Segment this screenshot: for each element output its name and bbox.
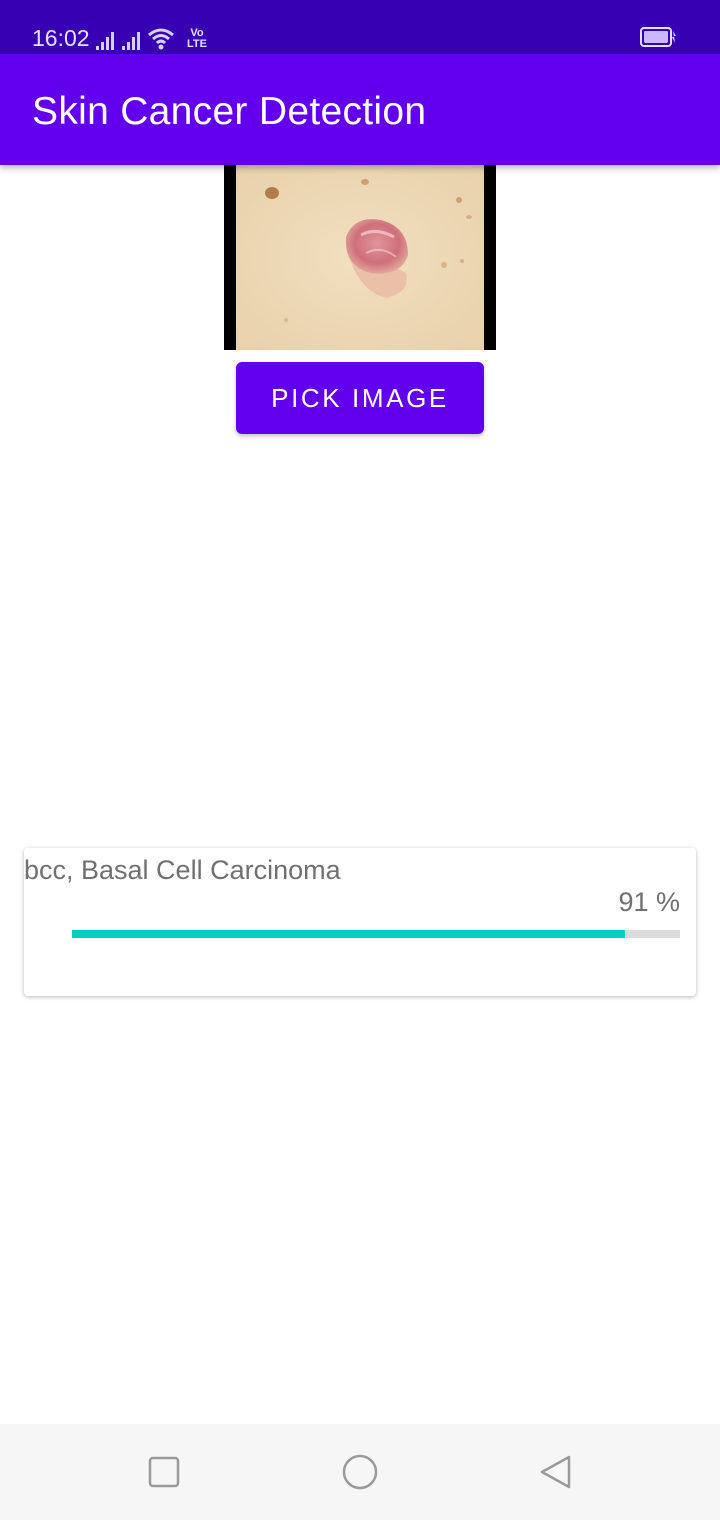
home-circle-icon[interactable] — [342, 1454, 378, 1490]
status-time: 16:02 — [32, 25, 90, 51]
signal-icon — [122, 30, 140, 50]
back-triangle-icon[interactable] — [538, 1454, 574, 1490]
status-icons: Vo LTE — [96, 24, 212, 50]
skin-lesion-photo — [236, 165, 484, 350]
battery-charging-icon — [640, 27, 676, 47]
prediction-label: bcc, Basal Cell Carcinoma — [24, 855, 341, 885]
app-title: Skin Cancer Detection — [32, 90, 427, 133]
status-bar: 16:02 Vo LTE — [0, 0, 720, 54]
signal-icon — [96, 30, 114, 50]
selected-skin-image — [224, 165, 496, 350]
confidence-progress-bar — [72, 930, 680, 938]
recents-square-icon[interactable] — [146, 1454, 182, 1490]
confidence-progress-fill — [72, 930, 626, 938]
app-bar: Skin Cancer Detection — [0, 54, 720, 165]
navigation-bar — [0, 1424, 720, 1520]
volte-icon: Vo LTE — [187, 27, 207, 50]
pick-image-button[interactable]: PICK IMAGE — [236, 362, 484, 434]
wifi-icon — [148, 28, 174, 50]
result-card: bcc, Basal Cell Carcinoma 91 % — [24, 848, 696, 996]
prediction-percent: 91 % — [618, 887, 680, 917]
